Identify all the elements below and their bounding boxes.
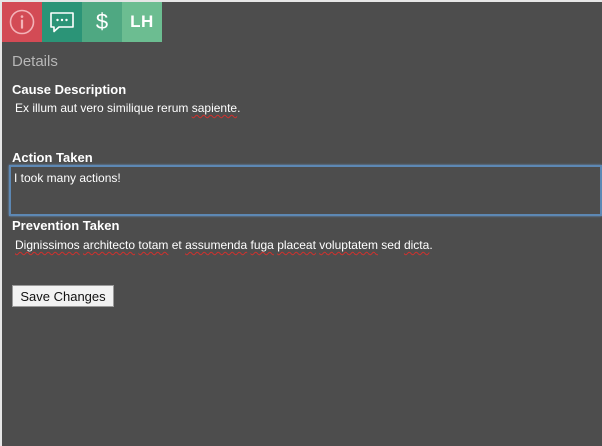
- prevention-word-misspelled: architecto: [83, 238, 136, 252]
- cause-text-start: Ex illum aut vero similique rerum: [15, 101, 192, 115]
- tab-comments[interactable]: [42, 2, 82, 42]
- tab-user-initials[interactable]: LH: [122, 2, 162, 42]
- prevention-word-misspelled: totam: [138, 238, 169, 252]
- prevention-text: sed: [377, 238, 404, 252]
- prevention-taken-label: Prevention Taken: [12, 218, 120, 233]
- save-changes-button[interactable]: Save Changes: [12, 285, 114, 307]
- prevention-text: .: [429, 238, 433, 252]
- cause-description-label: Cause Description: [12, 82, 127, 97]
- tab-bar: $ LH: [2, 2, 162, 42]
- info-icon: [9, 9, 35, 35]
- cause-text-end: .: [237, 101, 241, 115]
- action-taken-label: Action Taken: [12, 150, 93, 165]
- prevention-word-misspelled: Dignissimos: [15, 238, 80, 252]
- prevention-word-misspelled: fuga: [250, 238, 274, 252]
- dollar-icon: $: [95, 9, 109, 34]
- user-initials: LH: [130, 12, 154, 31]
- prevention-word-misspelled: assumenda: [185, 238, 248, 252]
- tab-info[interactable]: [2, 2, 42, 42]
- section-title: Details: [12, 53, 58, 70]
- cause-text-misspelled: sapiente: [191, 101, 238, 115]
- action-taken-input[interactable]: I took many actions!: [9, 165, 602, 216]
- prevention-text: et: [168, 238, 186, 252]
- tab-cost[interactable]: $: [82, 2, 122, 42]
- prevention-word-misspelled: placeat: [277, 238, 316, 252]
- speech-bubble-icon: [50, 12, 74, 33]
- prevention-word-misspelled: voluptatem: [319, 238, 378, 252]
- prevention-taken-value: Dignissimos architecto totam et assumend…: [15, 238, 433, 252]
- details-panel: $ LH Details Cause Description Ex illum …: [0, 0, 602, 446]
- cause-description-value: Ex illum aut vero similique rerum sapien…: [15, 101, 240, 115]
- prevention-word-misspelled: dicta: [403, 238, 430, 252]
